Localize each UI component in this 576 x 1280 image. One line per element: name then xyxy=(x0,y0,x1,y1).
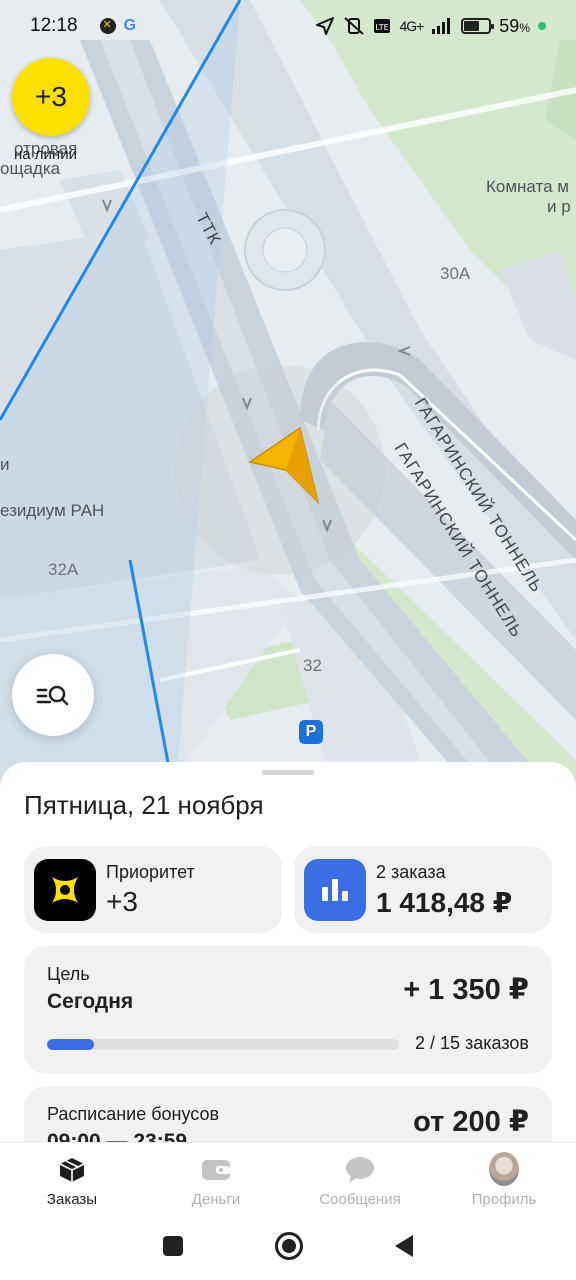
map-label-edge: и xyxy=(0,455,10,474)
svg-text:LTE: LTE xyxy=(376,23,389,32)
google-icon: G xyxy=(123,17,136,34)
map-label-poi-2b: и р xyxy=(547,197,571,216)
orders-card[interactable]: 2 заказа 1 418,48 ₽ xyxy=(294,846,552,933)
goal-progress-fill xyxy=(47,1039,94,1050)
bottom-sheet[interactable]: Пятница, 21 ноября Приоритет +3 2 заказа… xyxy=(0,762,576,1142)
network-type: 4G+ xyxy=(399,18,424,34)
priority-bubble[interactable]: +3 xyxy=(12,58,90,136)
orders-box-icon xyxy=(57,1155,87,1185)
app-notification-icon xyxy=(99,18,116,34)
tab-money-label: Деньги xyxy=(191,1191,241,1208)
goal-progress-text: 2 / 15 заказов xyxy=(414,1033,529,1053)
recents-icon[interactable] xyxy=(163,1236,183,1256)
tab-bar: Заказы Деньги Сообщения Профиль xyxy=(0,1142,576,1212)
map-label-poi-2: Комната м xyxy=(486,177,569,196)
home-icon[interactable] xyxy=(275,1232,303,1260)
back-icon[interactable] xyxy=(395,1235,413,1257)
map-label-presidium: езидиум РАН xyxy=(0,501,105,520)
map-label-house-30a: 30А xyxy=(440,264,471,283)
status-time: 12:18 xyxy=(30,15,78,36)
status-bar: 12:18 G LTE 4G+ 59% xyxy=(0,0,576,52)
tab-profile[interactable]: Профиль xyxy=(432,1143,576,1212)
priority-label: Приоритет xyxy=(106,862,195,882)
priority-card[interactable]: Приоритет +3 xyxy=(24,846,282,933)
signal-icon xyxy=(432,18,451,34)
wallet-icon xyxy=(201,1155,231,1185)
date-title: Пятница, 21 ноября xyxy=(24,790,264,820)
orders-earnings: 1 418,48 ₽ xyxy=(376,887,513,918)
avatar-wrap xyxy=(489,1151,519,1186)
avatar xyxy=(489,1151,519,1186)
tab-money[interactable]: Деньги xyxy=(144,1143,288,1212)
priority-value: +3 xyxy=(106,886,138,917)
bar-chart-icon xyxy=(304,859,366,921)
vibrate-off-icon xyxy=(344,17,365,35)
battery-icon xyxy=(461,18,495,34)
sheet-grabber[interactable] xyxy=(262,770,314,775)
goal-label: Цель xyxy=(47,964,90,984)
tab-messages[interactable]: Сообщения xyxy=(288,1143,432,1212)
chat-bubble-icon xyxy=(345,1155,375,1185)
bonus-label: Расписание бонусов xyxy=(47,1104,220,1124)
map-label-house-32a: 32А xyxy=(48,560,79,579)
tab-orders[interactable]: Заказы xyxy=(0,1143,144,1212)
tab-orders-label: Заказы xyxy=(46,1191,98,1208)
map-label-house-32: 32 xyxy=(303,656,322,675)
goal-card[interactable]: Цель Сегодня + 1 350 ₽ 2 / 15 заказов xyxy=(24,946,552,1074)
parking-icon[interactable]: P xyxy=(299,720,323,744)
goal-amount: + 1 350 ₽ xyxy=(403,974,529,1006)
navigation-arrow-icon xyxy=(316,17,335,35)
map-view[interactable]: отровая ощадка Комната м и р ТТК 30А ези… xyxy=(0,0,576,800)
orders-count-label: 2 заказа xyxy=(376,862,446,882)
system-navigation-bar xyxy=(0,1212,576,1280)
battery-percent: 59% xyxy=(499,15,530,36)
priority-icon xyxy=(34,859,96,921)
tab-messages-label: Сообщения xyxy=(319,1191,401,1208)
bonus-amount: от 200 ₽ xyxy=(413,1106,529,1138)
bonus-time: 09:00 — 23:59 xyxy=(47,1130,188,1142)
map-search-button[interactable] xyxy=(12,654,94,736)
goal-title: Сегодня xyxy=(47,990,134,1013)
online-status-label: на линии xyxy=(14,146,77,163)
charging-dot-icon xyxy=(538,22,546,30)
volte-icon: LTE xyxy=(374,19,391,33)
tab-profile-label: Профиль xyxy=(471,1191,537,1208)
bonus-schedule-card[interactable]: Расписание бонусов 09:00 — 23:59 от 200 … xyxy=(24,1086,552,1142)
goal-progress-bar xyxy=(47,1039,399,1050)
search-list-icon xyxy=(36,685,69,706)
